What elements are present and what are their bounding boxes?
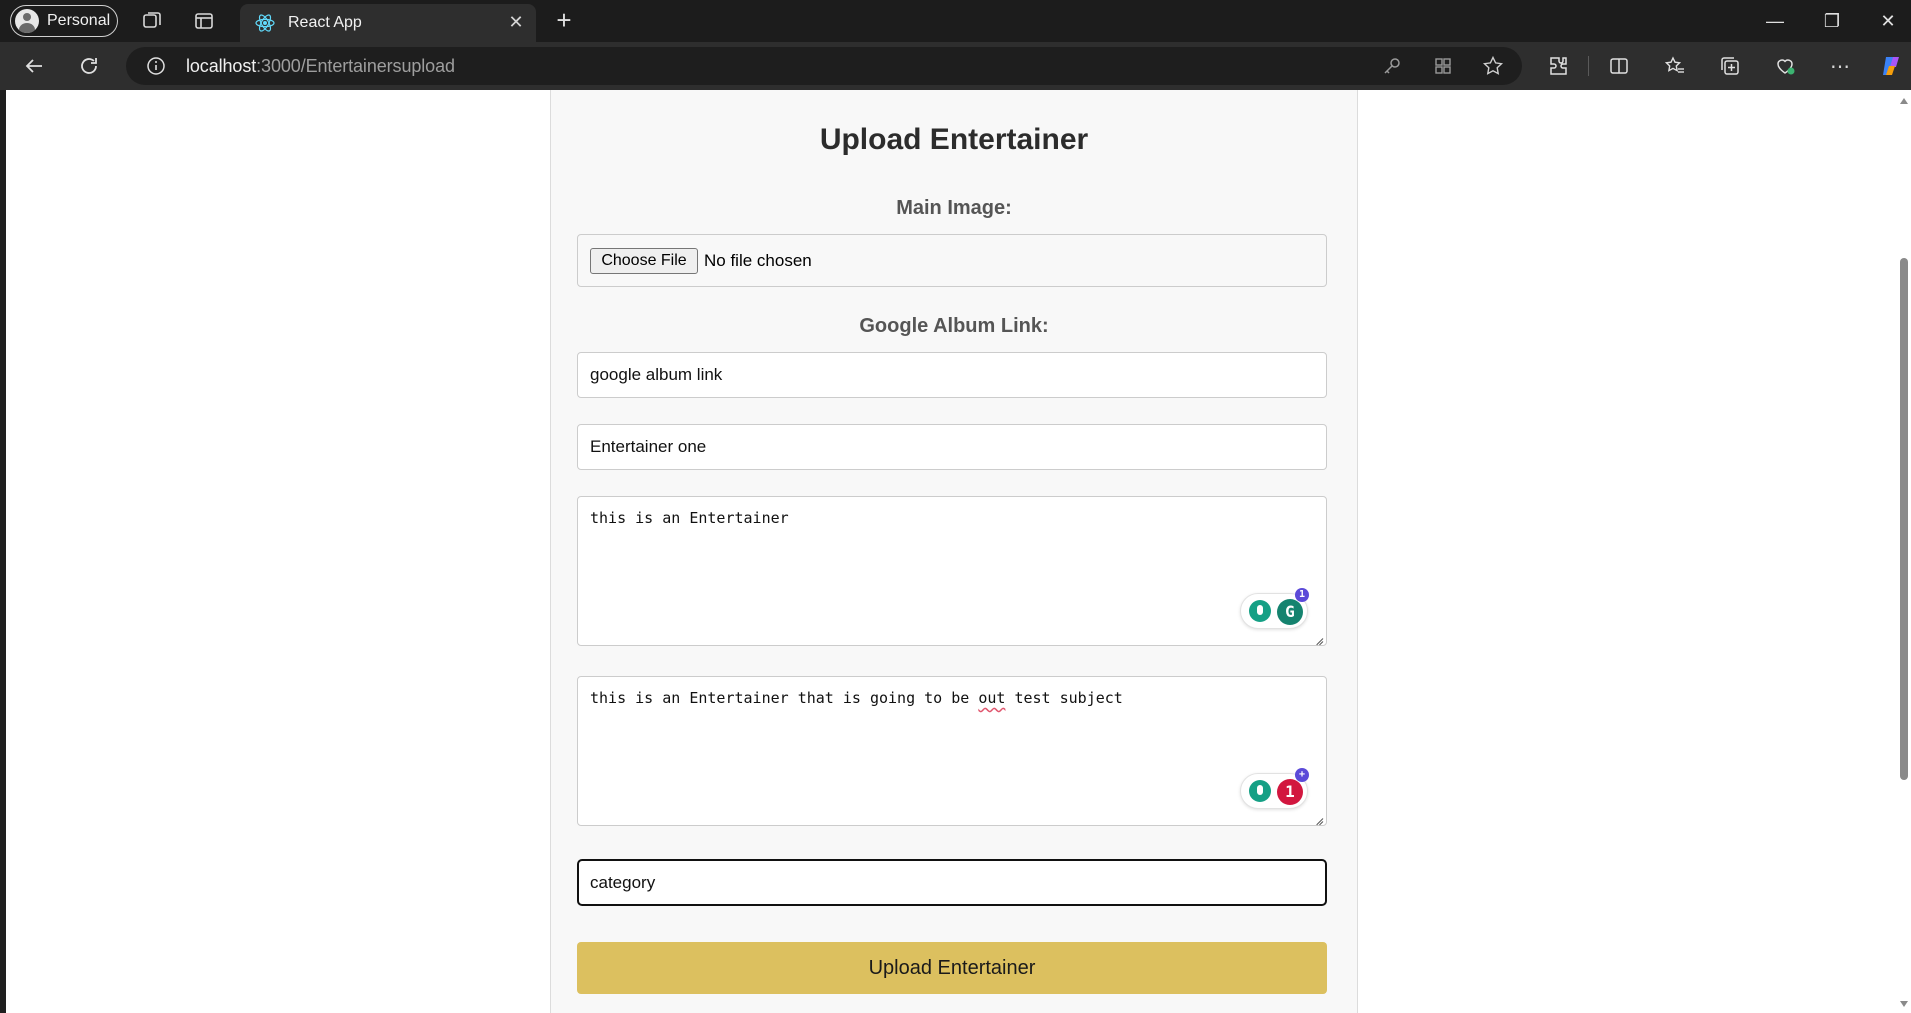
category-input[interactable]: category: [577, 859, 1327, 906]
upload-entertainer-button[interactable]: Upload Entertainer: [577, 942, 1327, 994]
tab-title: React App: [288, 14, 362, 31]
tab-react-app[interactable]: React App ✕: [240, 4, 536, 42]
close-window-icon[interactable]: ✕: [1876, 10, 1900, 32]
address-bar[interactable]: localhost:3000/Entertainersupload: [126, 47, 1522, 85]
password-key-icon[interactable]: [1380, 54, 1404, 78]
misspelled-word[interactable]: out: [978, 689, 1005, 707]
site-info-icon[interactable]: [144, 54, 168, 78]
back-icon[interactable]: [22, 54, 46, 78]
collections-icon[interactable]: [1718, 54, 1742, 78]
upload-form-card: Upload Entertainer Main Image: Choose Fi…: [550, 90, 1358, 1013]
browser-tab-bar: Personal React App ✕ + — ❐ ✕: [0, 0, 1911, 42]
copilot-icon[interactable]: [1879, 54, 1903, 78]
short-description-text: this is an Entertainer: [590, 509, 789, 527]
close-tab-icon[interactable]: ✕: [506, 12, 526, 32]
restore-icon[interactable]: ❐: [1820, 10, 1844, 32]
minimize-icon[interactable]: —: [1763, 10, 1787, 32]
short-description-textarea[interactable]: this is an Entertainer G 1: [577, 496, 1327, 646]
toolbar-divider: [1588, 56, 1589, 76]
extensions-icon[interactable]: [1546, 54, 1570, 78]
react-logo-icon: [255, 14, 275, 32]
browser-toolbar: localhost:3000/Entertainersupload ⋯: [0, 42, 1911, 90]
scroll-down-arrow-icon[interactable]: [1900, 1001, 1908, 1007]
google-album-link-input[interactable]: google album link: [577, 352, 1327, 398]
grammarly-suggestion-icon[interactable]: [1249, 780, 1271, 802]
main-image-label: Main Image:: [896, 197, 1012, 219]
app-available-icon[interactable]: [1431, 54, 1455, 78]
main-image-file-input[interactable]: Choose File No file chosen: [577, 234, 1327, 287]
grammarly-widget-2[interactable]: 1 +: [1240, 768, 1309, 809]
browser-essentials-icon[interactable]: [1773, 54, 1797, 78]
entertainer-name-input[interactable]: Entertainer one: [577, 424, 1327, 470]
grammarly-count-badge: 1: [1295, 588, 1309, 602]
page-scrollbar[interactable]: [1897, 90, 1911, 1013]
reload-icon[interactable]: [77, 54, 101, 78]
tab-actions-icon[interactable]: [192, 9, 216, 33]
google-album-link-label: Google Album Link:: [859, 315, 1049, 337]
grammarly-issues-badge[interactable]: 1: [1277, 779, 1303, 805]
resize-handle-icon[interactable]: [1314, 813, 1324, 823]
grammarly-suggestion-icon[interactable]: [1249, 600, 1271, 622]
profile-button[interactable]: Personal: [10, 5, 118, 37]
no-file-chosen-text: No file chosen: [704, 250, 812, 270]
grammarly-plus-badge: +: [1295, 768, 1309, 782]
split-screen-icon[interactable]: [1607, 54, 1631, 78]
profile-avatar-icon: [15, 9, 39, 33]
resize-handle-icon[interactable]: [1314, 633, 1324, 643]
workspaces-icon[interactable]: [140, 9, 164, 33]
scroll-up-arrow-icon[interactable]: [1900, 98, 1908, 104]
choose-file-button[interactable]: Choose File: [590, 247, 698, 274]
grammarly-logo-icon[interactable]: G: [1277, 599, 1303, 625]
url-text: localhost:3000/Entertainersupload: [186, 56, 455, 76]
grammarly-widget[interactable]: G 1: [1240, 588, 1309, 629]
long-description-text: this is an Entertainer that is going to …: [590, 689, 1123, 707]
profile-label: Personal: [47, 12, 111, 29]
scrollbar-thumb[interactable]: [1900, 258, 1908, 780]
page-viewport: Upload Entertainer Main Image: Choose Fi…: [6, 90, 1897, 1013]
new-tab-icon[interactable]: +: [552, 7, 576, 33]
favorites-icon[interactable]: [1663, 54, 1687, 78]
long-description-textarea[interactable]: this is an Entertainer that is going to …: [577, 676, 1327, 826]
favorite-star-icon[interactable]: [1481, 54, 1505, 78]
more-options-icon[interactable]: ⋯: [1828, 54, 1852, 78]
page-title: Upload Entertainer: [819, 123, 1089, 156]
